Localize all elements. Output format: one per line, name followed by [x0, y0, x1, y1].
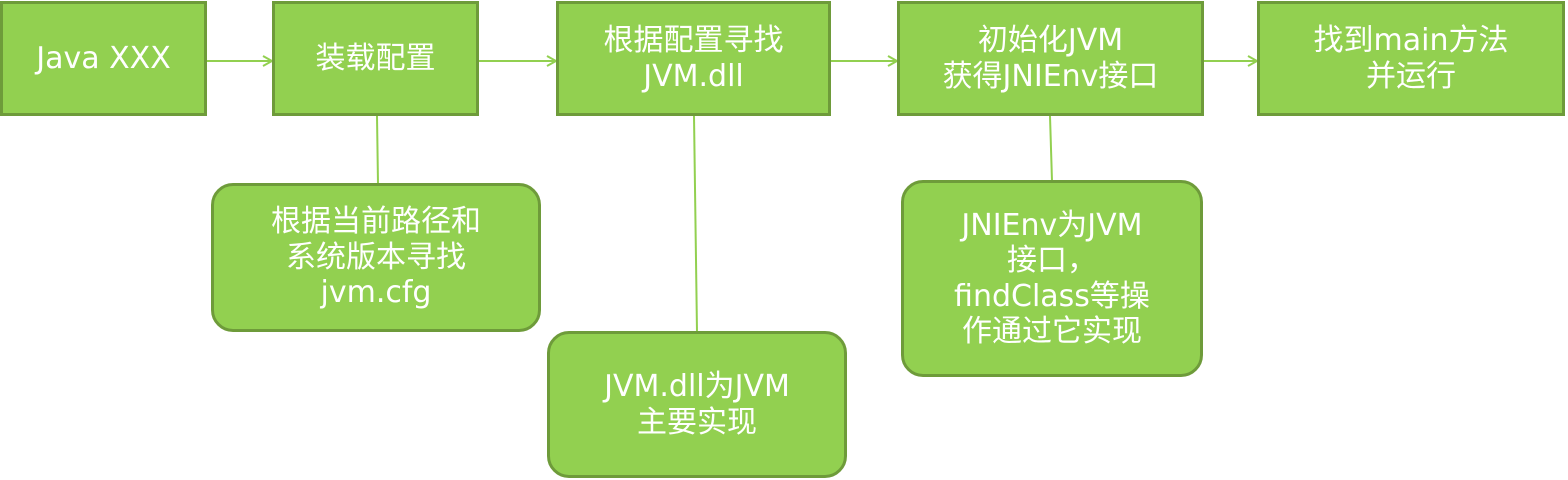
note-jnienv-interface-line1: JNIEnv为JVM — [961, 207, 1143, 243]
step-run-main: 找到main方法 并运行 — [1257, 1, 1565, 116]
step-find-jvm-dll-line2: JVM.dll — [643, 58, 744, 94]
step-init-jvm-line2: 获得JNIEnv接口 — [942, 58, 1159, 94]
step-java-xxx-label: Java XXX — [36, 40, 171, 76]
note-jvm-dll-impl-line1: JVM.dll为JVM — [604, 369, 790, 405]
step-load-config: 装载配置 — [272, 1, 479, 116]
note-find-jvm-cfg: 根据当前路径和 系统版本寻找 jvm.cfg — [211, 183, 541, 332]
flow-diagram: Java XXX 装载配置 根据配置寻找 JVM.dll 初始化JVM 获得JN… — [0, 0, 1568, 480]
note-find-jvm-cfg-line2: 系统版本寻找 — [286, 239, 466, 275]
step-init-jvm: 初始化JVM 获得JNIEnv接口 — [897, 1, 1204, 116]
step-load-config-label: 装载配置 — [315, 40, 436, 76]
note-find-jvm-cfg-line1: 根据当前路径和 — [271, 204, 481, 240]
link-step2-to-note1 — [376, 115, 379, 185]
step-run-main-line2: 并运行 — [1366, 58, 1456, 94]
note-find-jvm-cfg-line3: jvm.cfg — [320, 275, 432, 311]
step-find-jvm-dll-line1: 根据配置寻找 — [603, 23, 784, 59]
step-init-jvm-line1: 初始化JVM — [977, 23, 1124, 59]
note-jnienv-interface-line3: findClass等操 — [954, 278, 1150, 314]
note-jvm-dll-impl: JVM.dll为JVM 主要实现 — [547, 331, 847, 478]
link-step3-to-note2 — [693, 115, 698, 333]
step-java-xxx: Java XXX — [0, 1, 207, 116]
note-jnienv-interface: JNIEnv为JVM 接口， findClass等操 作通过它实现 — [901, 180, 1203, 377]
note-jnienv-interface-line2: 接口， — [1006, 243, 1097, 279]
note-jnienv-interface-line4: 作通过它实现 — [961, 313, 1142, 349]
note-jvm-dll-impl-line2: 主要实现 — [636, 404, 757, 440]
step-run-main-line1: 找到main方法 — [1313, 23, 1509, 59]
step-find-jvm-dll: 根据配置寻找 JVM.dll — [556, 1, 831, 116]
link-step4-to-note3 — [1049, 115, 1053, 182]
